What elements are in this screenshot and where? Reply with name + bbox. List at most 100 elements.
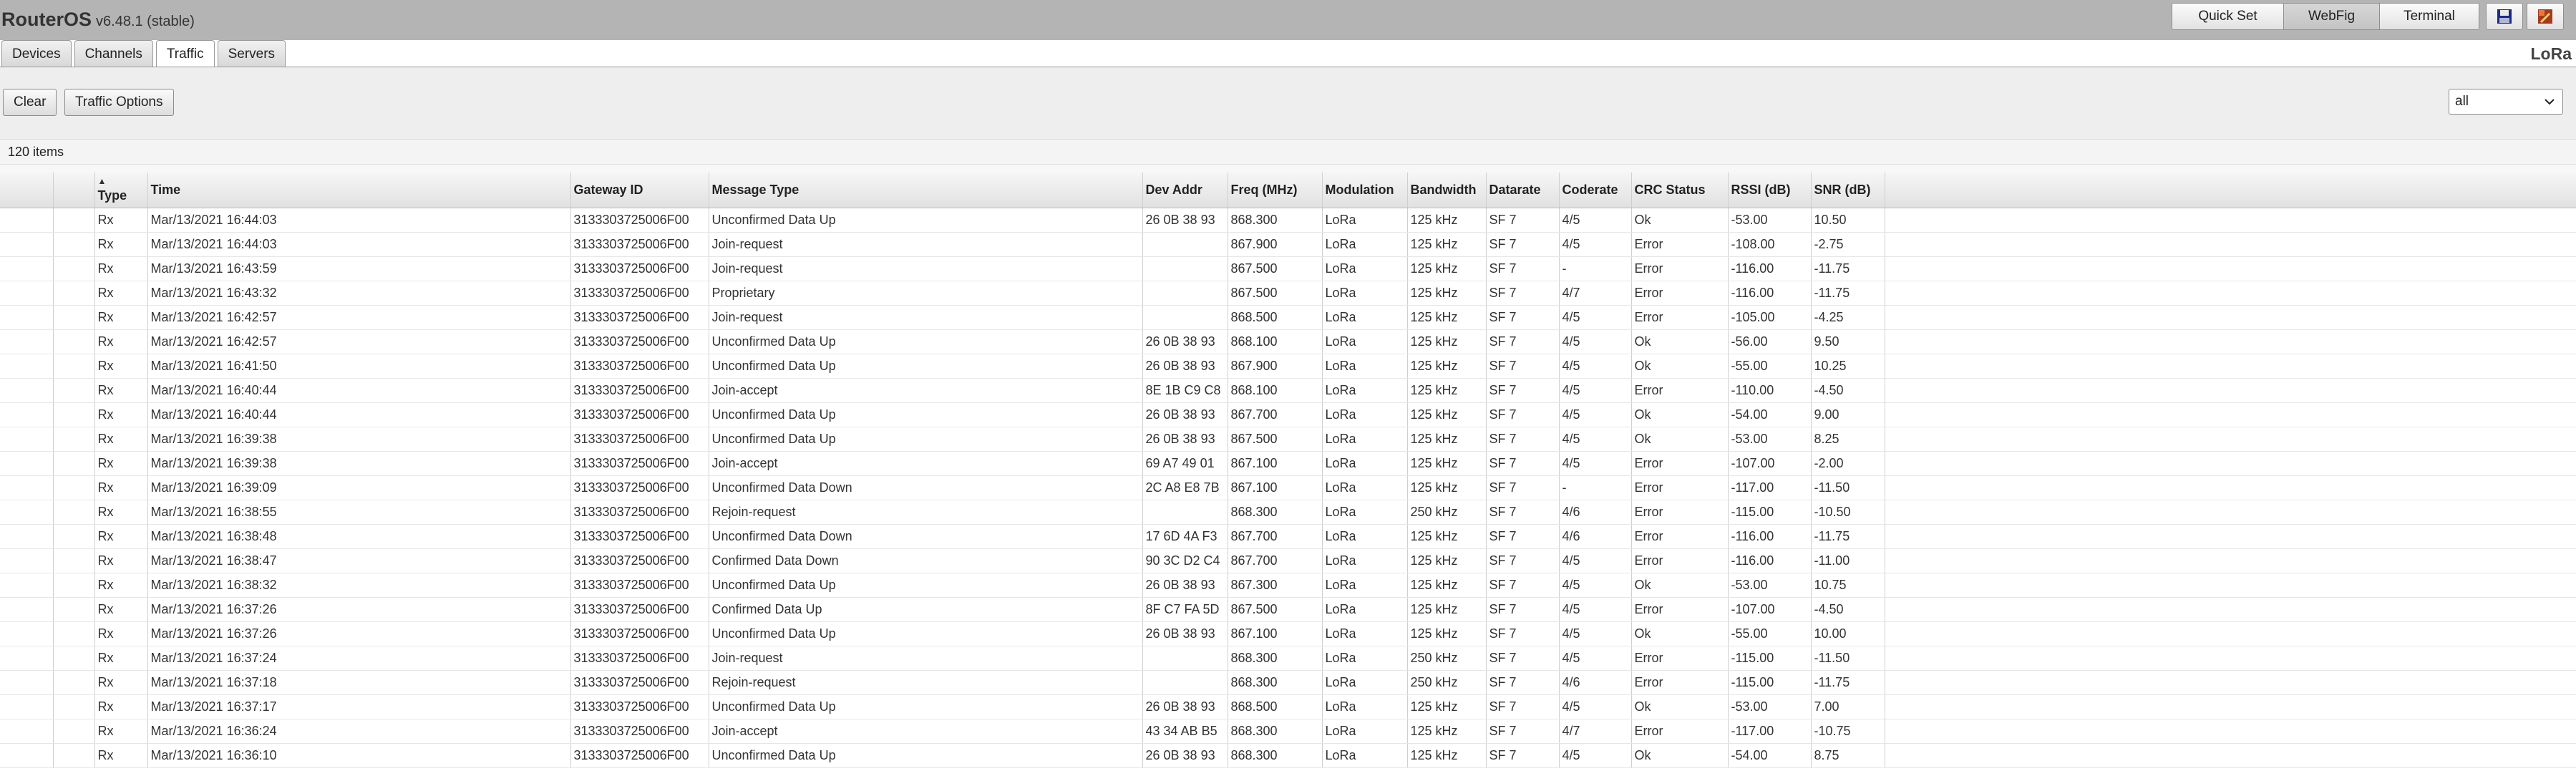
column-header-freq[interactable]: Freq (MHz) (1228, 173, 1323, 208)
row-flags-cell (53, 597, 95, 622)
row-filler-cell (1885, 427, 2576, 452)
tab-devices[interactable]: Devices (1, 40, 72, 67)
table-row[interactable]: Rx Mar/13/2021 16:36:24 3133303725006F00 Jo… (0, 719, 2576, 744)
table-row[interactable]: Rx Mar/13/2021 16:37:18 3133303725006F00 Re… (0, 670, 2576, 695)
table-row[interactable]: Rx Mar/13/2021 16:44:03 3133303725006F00 Jo… (0, 232, 2576, 257)
modulation-cell: LoRa (1322, 524, 1408, 549)
clear-button[interactable]: Clear (3, 89, 57, 116)
column-header-coderate[interactable]: Coderate (1559, 173, 1632, 208)
row-flags-cell (53, 694, 95, 719)
snr-cell: 8.75 (1811, 743, 1885, 768)
table-row[interactable]: Rx Mar/13/2021 16:38:47 3133303725006F00 Co… (0, 548, 2576, 573)
row-enable-cell (0, 573, 54, 598)
table-row[interactable]: Rx Mar/13/2021 16:43:32 3133303725006F00 Pr… (0, 281, 2576, 306)
coderate-cell: 4/5 (1559, 354, 1632, 379)
modulation-cell: LoRa (1322, 475, 1408, 500)
column-header-dev-addr[interactable]: Dev Addr (1142, 173, 1228, 208)
table-row[interactable]: Rx Mar/13/2021 16:38:32 3133303725006F00 Un… (0, 573, 2576, 598)
filter-select[interactable]: all (2449, 89, 2563, 115)
bandwidth-cell: 125 kHz (1407, 305, 1487, 330)
freq-cell: 867.500 (1228, 427, 1323, 452)
gateway-id-cell: 3133303725006F00 (570, 354, 709, 379)
time-cell: Mar/13/2021 16:36:10 (147, 743, 571, 768)
webfig-button[interactable]: WebFig (2284, 4, 2380, 29)
column-header-time[interactable]: Time (147, 173, 571, 208)
table-row[interactable]: Rx Mar/13/2021 16:37:26 3133303725006F00 Co… (0, 597, 2576, 622)
freq-cell: 868.100 (1228, 329, 1323, 354)
bandwidth-cell: 125 kHz (1407, 548, 1487, 573)
message-type-cell: Rejoin-request (709, 500, 1143, 525)
tab-servers[interactable]: Servers (217, 40, 286, 67)
column-header-modulation[interactable]: Modulation (1322, 173, 1408, 208)
column-header-rssi[interactable]: RSSI (dB) (1728, 173, 1812, 208)
terminal-button[interactable]: Terminal (2380, 4, 2479, 29)
dev-addr-cell: 26 0B 38 93 (1142, 621, 1228, 646)
column-header-snr[interactable]: SNR (dB) (1811, 173, 1885, 208)
snr-cell: -11.75 (1811, 281, 1885, 306)
column-header-datarate[interactable]: Datarate (1486, 173, 1560, 208)
bandwidth-cell: 250 kHz (1407, 646, 1487, 671)
column-header-crc-status[interactable]: CRC Status (1631, 173, 1729, 208)
row-filler-cell (1885, 256, 2576, 281)
row-enable-cell (0, 354, 54, 379)
dev-addr-cell (1142, 305, 1228, 330)
table-row[interactable]: Rx Mar/13/2021 16:42:57 3133303725006F00 Jo… (0, 305, 2576, 330)
save-icon[interactable] (2486, 3, 2523, 30)
coderate-cell: 4/5 (1559, 646, 1632, 671)
type-cell: Rx (94, 500, 148, 525)
column-header-gateway-id[interactable]: Gateway ID (570, 173, 709, 208)
table-row[interactable]: Rx Mar/13/2021 16:39:09 3133303725006F00 Un… (0, 475, 2576, 500)
coderate-cell: - (1559, 475, 1632, 500)
message-type-cell: Join-request (709, 646, 1143, 671)
table-row[interactable]: Rx Mar/13/2021 16:37:24 3133303725006F00 Jo… (0, 646, 2576, 671)
freq-cell: 867.700 (1228, 402, 1323, 427)
traffic-options-button[interactable]: Traffic Options (64, 89, 174, 116)
design-icon[interactable] (2527, 3, 2564, 30)
column-header-type[interactable]: ▲ Type (94, 173, 148, 208)
row-enable-cell (0, 378, 54, 403)
bandwidth-cell: 125 kHz (1407, 743, 1487, 768)
table-row[interactable]: Rx Mar/13/2021 16:42:57 3133303725006F00 Un… (0, 329, 2576, 354)
column-header-flags[interactable] (53, 173, 95, 208)
table-row[interactable]: Rx Mar/13/2021 16:41:50 3133303725006F00 Un… (0, 354, 2576, 379)
tab-traffic[interactable]: Traffic (155, 40, 215, 67)
type-cell: Rx (94, 427, 148, 452)
message-type-cell: Unconfirmed Data Down (709, 524, 1143, 549)
snr-cell: -11.50 (1811, 475, 1885, 500)
column-header-bandwidth[interactable]: Bandwidth (1407, 173, 1487, 208)
table-row[interactable]: Rx Mar/13/2021 16:39:38 3133303725006F00 Un… (0, 427, 2576, 452)
table-row[interactable]: Rx Mar/13/2021 16:40:44 3133303725006F00 Un… (0, 402, 2576, 427)
datarate-cell: SF 7 (1486, 329, 1560, 354)
type-cell: Rx (94, 573, 148, 598)
time-cell: Mar/13/2021 16:43:32 (147, 281, 571, 306)
bandwidth-cell: 125 kHz (1407, 524, 1487, 549)
modulation-cell: LoRa (1322, 719, 1408, 744)
column-header-message-type[interactable]: Message Type (709, 173, 1143, 208)
table-row[interactable]: Rx Mar/13/2021 16:44:03 3133303725006F00 Un… (0, 208, 2576, 233)
tab-channels[interactable]: Channels (74, 40, 153, 67)
row-filler-cell (1885, 694, 2576, 719)
table-row[interactable]: Rx Mar/13/2021 16:40:44 3133303725006F00 Jo… (0, 378, 2576, 403)
rssi-cell: -55.00 (1728, 621, 1812, 646)
rssi-cell: -53.00 (1728, 573, 1812, 598)
coderate-cell: - (1559, 256, 1632, 281)
table-row[interactable]: Rx Mar/13/2021 16:38:55 3133303725006F00 Re… (0, 500, 2576, 525)
datarate-cell: SF 7 (1486, 548, 1560, 573)
row-filler-cell (1885, 329, 2576, 354)
table-row[interactable]: Rx Mar/13/2021 16:37:26 3133303725006F00 Un… (0, 621, 2576, 646)
snr-cell: -4.50 (1811, 378, 1885, 403)
row-filler-cell (1885, 402, 2576, 427)
table-body: Rx Mar/13/2021 16:44:03 3133303725006F00 Un… (0, 208, 2576, 768)
type-cell: Rx (94, 354, 148, 379)
table-row[interactable]: Rx Mar/13/2021 16:36:10 3133303725006F00 Un… (0, 743, 2576, 768)
quick-set-button[interactable]: Quick Set (2172, 4, 2284, 29)
table-row[interactable]: Rx Mar/13/2021 16:39:38 3133303725006F00 Jo… (0, 451, 2576, 476)
table-row[interactable]: Rx Mar/13/2021 16:43:59 3133303725006F00 Jo… (0, 256, 2576, 281)
time-cell: Mar/13/2021 16:37:24 (147, 646, 571, 671)
coderate-cell: 4/5 (1559, 208, 1632, 233)
table-row[interactable]: Rx Mar/13/2021 16:38:48 3133303725006F00 Un… (0, 524, 2576, 549)
gateway-id-cell: 3133303725006F00 (570, 256, 709, 281)
column-header-enable[interactable] (0, 173, 54, 208)
dev-addr-cell: 26 0B 38 93 (1142, 427, 1228, 452)
table-row[interactable]: Rx Mar/13/2021 16:37:17 3133303725006F00 Un… (0, 694, 2576, 719)
